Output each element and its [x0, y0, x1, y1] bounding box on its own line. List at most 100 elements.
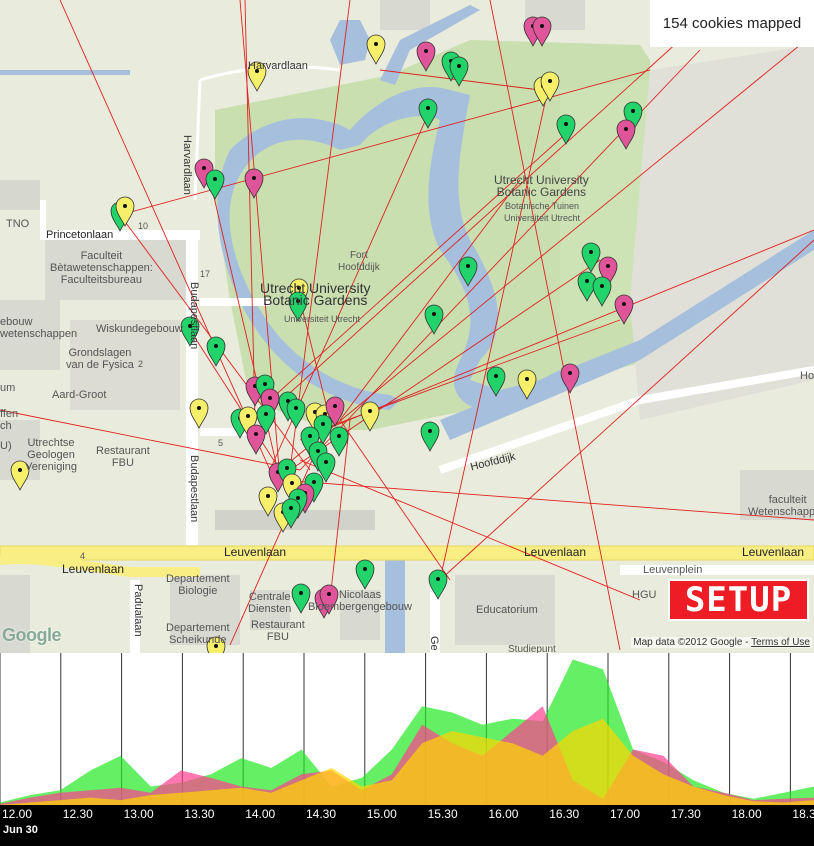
map-label-hgu: HGU — [632, 589, 657, 601]
map-label-botanic-gardens-main: Utrecht University Botanic Gardens — [260, 280, 371, 308]
map-label-leuvenlaan-2: Leuvenlaan — [524, 545, 587, 559]
map-pin-dot — [296, 496, 300, 500]
setup-logo-text: SETUP — [684, 580, 793, 620]
map-label-number-17: 17 — [200, 269, 211, 279]
map-pin-dot — [316, 449, 320, 453]
map-attribution: Map data ©2012 Google - Terms of Use — [631, 637, 812, 648]
time-tick-label: 17.30 — [670, 807, 701, 821]
terms-of-use-link[interactable]: Terms of Use — [751, 637, 810, 648]
time-tick-label: 15.30 — [427, 807, 458, 821]
map-label-number-5: 5 — [218, 438, 224, 448]
road-leuvenlaan — [0, 545, 814, 561]
cookie-map[interactable]: Harvardlaan Harvardlaan TNO 10 Princeton… — [0, 0, 814, 653]
map-label-centrale-diensten: Centrale Diensten — [248, 591, 292, 615]
map-label-utrechtse-geologen: Utrechtse Geologen Vereniging — [25, 437, 77, 473]
time-tick-label: 13.30 — [184, 807, 215, 821]
map-pin-dot — [494, 374, 498, 378]
map-pin-dot — [564, 122, 568, 126]
time-tick-label: 18.00 — [731, 807, 762, 821]
building — [0, 180, 40, 210]
map-pin-dot — [436, 577, 440, 581]
map-label-tno: TNO — [6, 218, 30, 230]
map-label-leuvenplein: Leuvenplein — [643, 564, 703, 576]
map-label-studiepunt: Studiepunt — [508, 644, 556, 653]
map-label-ebouw: ebouw wetenschappen — [0, 316, 78, 340]
map-label-leuvenlaan-3: Leuvenlaan — [742, 545, 805, 559]
map-pin-dot — [264, 412, 268, 416]
map-label-leuvenlaan-4: Leuvenlaan — [62, 562, 125, 576]
map-label-fort-hoofddijk: Fort Hoofddijk — [338, 250, 380, 273]
map-pin-dot — [263, 382, 267, 386]
cookie-count-text: 154 cookies mapped — [662, 15, 802, 32]
open-field-area — [630, 45, 814, 420]
map-label-faculteit-betawetenschappen: Faculteit Bètawetenschappen: Faculteitsb… — [50, 250, 153, 286]
map-pin-dot — [622, 302, 626, 306]
map-label-hoo: Hoo — [800, 370, 814, 382]
map-label-leuvenlaan-1: Leuvenlaan — [224, 545, 287, 559]
google-logo[interactable]: Google — [2, 625, 62, 646]
map-label-number-10: 10 — [138, 221, 149, 231]
map-pin-dot — [299, 591, 303, 595]
time-tick-label: 15.00 — [366, 807, 397, 821]
setup-logo: SETUP — [668, 579, 809, 621]
map-pin-dot — [428, 429, 432, 433]
timeline-panel[interactable]: 12.00 12.30 13.00 13.30 14.00 14.30 15.00 15.30… — [0, 653, 814, 846]
cookie-count-panel: 154 cookies mapped — [650, 0, 814, 47]
map-pin-dot — [246, 414, 250, 418]
map-pin-dot — [432, 312, 436, 316]
time-tick-label: 12.30 — [62, 807, 93, 821]
map-pin-dot — [321, 422, 325, 426]
map-pin-dot — [324, 460, 328, 464]
building — [380, 0, 430, 30]
map-label-princetonlaan: Princetonlaan — [46, 229, 114, 241]
map-label-nicolaas-bloembergen: Nicolaas Bloembergengebouw — [308, 589, 412, 613]
map-pin-dot — [266, 494, 270, 498]
map-pin-dot — [202, 166, 206, 170]
map-pin-dot — [285, 466, 289, 470]
date-label: Jun 30 — [3, 824, 38, 836]
map-pin-dot — [337, 434, 341, 438]
map-pin-dot — [289, 506, 293, 510]
map-pin-dot — [585, 279, 589, 283]
map-label-number-4: 4 — [80, 551, 86, 561]
time-tick-label: 14.30 — [306, 807, 337, 821]
map-label-departement-scheikunde: Departement Scheikunde — [166, 622, 230, 646]
map-label-u: U) — [0, 440, 12, 452]
map-label-educatorium: Educatorium — [476, 604, 538, 616]
time-axis: 12.00 12.30 13.00 13.30 14.00 14.30 15.00 15.30… — [0, 805, 814, 846]
map-pin-dot — [294, 406, 298, 410]
map-pin-dot — [252, 176, 256, 180]
map-pin-dot — [568, 371, 572, 375]
map-pin-dot — [197, 406, 201, 410]
map-label-budapestlaan-top: Budapestlaan — [188, 282, 200, 350]
map-label-wiskundegebouw: Wiskundegebouw — [96, 323, 183, 335]
map-pin-dot — [525, 377, 529, 381]
map-label-ffen: ffen ch — [0, 408, 19, 432]
map-pin-dot — [600, 284, 604, 288]
map-label-ge: Ge — [428, 636, 440, 651]
map-label-restaurant-fbu-2: Restaurant FBU — [251, 619, 305, 643]
map-label-aard-groot: Aard-Groot — [52, 389, 107, 401]
map-pin-dot — [213, 177, 217, 181]
map-pin-dot — [374, 42, 378, 46]
map-pin-dot — [123, 204, 127, 208]
time-tick-label: 14.00 — [245, 807, 276, 821]
map-pin-dot — [457, 64, 461, 68]
map-pin-dot — [214, 344, 218, 348]
map-label-grondslagen: Grondslagen van de Fysica — [66, 347, 134, 371]
map-pin-dot — [333, 404, 337, 408]
map-pin-dot — [254, 432, 258, 436]
timeline-chart[interactable] — [0, 653, 814, 805]
time-tick-label: 13.00 — [123, 807, 154, 821]
map-pin-dot — [589, 250, 593, 254]
map-label-restaurant-fbu: Restaurant FBU — [96, 445, 150, 469]
map-label-um: um — [0, 382, 16, 394]
map-pin-dot — [308, 434, 312, 438]
map-pin-dot — [290, 481, 294, 485]
time-tick-label: 16.00 — [488, 807, 519, 821]
map-label-botanische-tuinen: Botanische Tuinen Universiteit Utrecht — [504, 201, 581, 223]
map-pin-dot — [624, 127, 628, 131]
map-label-universiteit-utrecht: Universiteit Utrecht — [284, 314, 361, 324]
map-attribution-text: Map data ©2012 Google - — [633, 637, 752, 648]
time-tick-label: 12.00 — [2, 807, 33, 821]
